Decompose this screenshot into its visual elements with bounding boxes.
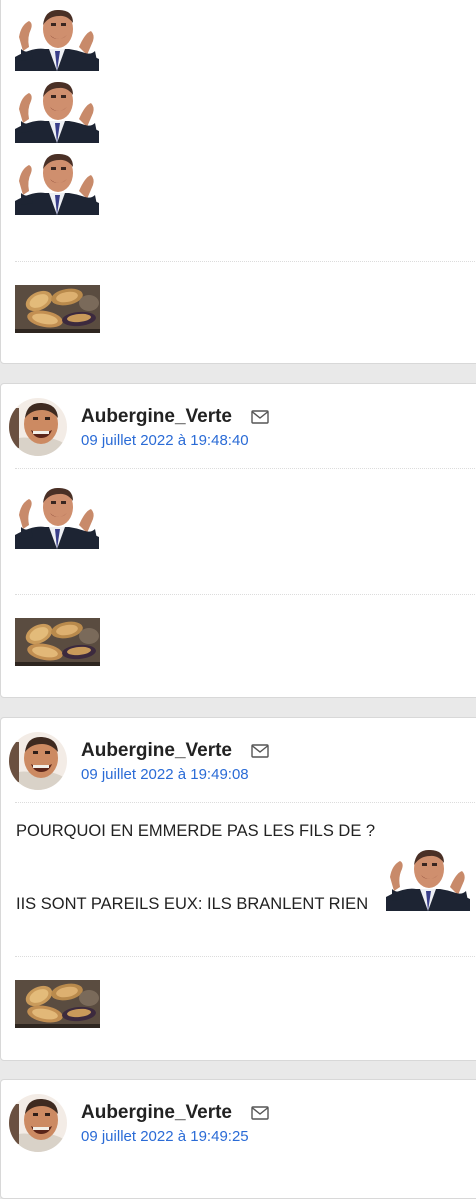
post-divider xyxy=(15,468,476,469)
eggplant-image xyxy=(15,618,100,666)
risitas-sticker-icon xyxy=(15,7,99,71)
risitas-sticker-icon xyxy=(15,79,99,143)
signature-divider xyxy=(15,956,476,957)
signature-divider xyxy=(15,261,476,262)
envelope-icon[interactable] xyxy=(251,410,269,429)
post-date[interactable]: 09 juillet 2022 à 19:49:25 xyxy=(81,1128,249,1145)
message-text: IIS SONT PAREILS EUX: ILS BRANLENT RIEN xyxy=(16,895,369,913)
post-card xyxy=(0,0,476,364)
signature-divider xyxy=(15,594,476,595)
risitas-sticker-icon xyxy=(386,847,470,911)
post-card: Aubergine_Verte 09 juillet 2022 à 19:49:… xyxy=(0,1079,476,1199)
author-name[interactable]: Aubergine_Verte xyxy=(81,406,232,428)
author-name[interactable]: Aubergine_Verte xyxy=(81,740,232,762)
risitas-sticker-icon xyxy=(15,485,99,549)
post-date[interactable]: 09 juillet 2022 à 19:48:40 xyxy=(81,432,249,449)
risitas-sticker-icon xyxy=(15,151,99,215)
eggplant-image xyxy=(15,285,100,333)
envelope-icon[interactable] xyxy=(251,1106,269,1125)
post-date[interactable]: 09 juillet 2022 à 19:49:08 xyxy=(81,766,249,783)
eggplant-image xyxy=(15,980,100,1028)
envelope-icon[interactable] xyxy=(251,744,269,763)
avatar[interactable] xyxy=(9,398,67,456)
message-text: POURQUOI EN EMMERDE PAS LES FILS DE ? xyxy=(16,822,376,840)
author-name[interactable]: Aubergine_Verte xyxy=(81,1102,232,1124)
post-card: Aubergine_Verte 09 juillet 2022 à 19:48:… xyxy=(0,383,476,698)
post-card: Aubergine_Verte 09 juillet 2022 à 19:49:… xyxy=(0,717,476,1061)
avatar[interactable] xyxy=(9,1094,67,1152)
avatar[interactable] xyxy=(9,732,67,790)
post-divider xyxy=(15,802,476,803)
